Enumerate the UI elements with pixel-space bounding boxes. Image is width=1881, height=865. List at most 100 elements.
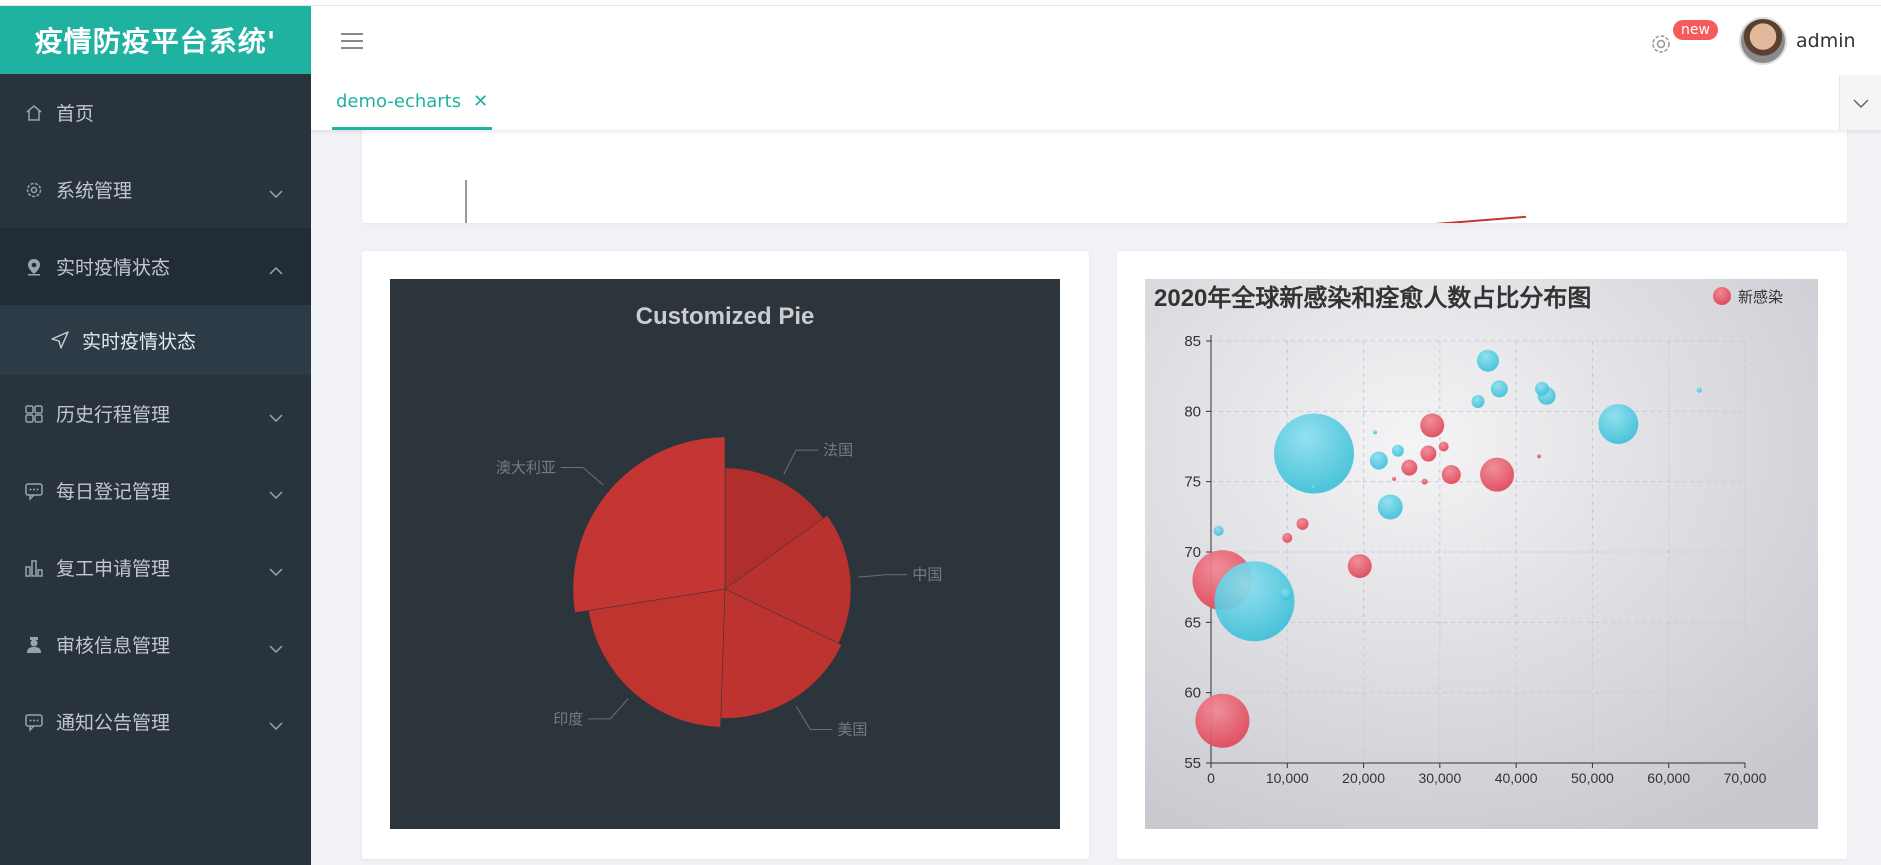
pie-chart-title: Customized Pie bbox=[636, 303, 815, 330]
y-tick-label: 55 bbox=[1184, 755, 1201, 772]
app-root: 疫情防疫平台系统' 首页 系统管理 实时疫情状态 实时疫情状态 历史行程管理 每… bbox=[0, 0, 1881, 865]
bubble-chart-card: 2020年全球新感染和痊愈人数占比分布图 新感染 0 10,000 20,000 30… bbox=[1117, 251, 1847, 859]
hamburger-icon[interactable] bbox=[341, 32, 363, 54]
x-tick-label: 40,000 bbox=[1495, 770, 1538, 786]
sidebar-item-system[interactable]: 系统管理 bbox=[0, 151, 311, 228]
bubble-red[interactable] bbox=[1401, 459, 1418, 476]
sidebar-item-label: 复工申请管理 bbox=[56, 558, 171, 580]
chevron-down-icon bbox=[269, 405, 283, 427]
bubble-cyan[interactable] bbox=[1214, 561, 1295, 642]
gear-icon bbox=[24, 180, 44, 200]
bubble-cyan[interactable] bbox=[1279, 588, 1292, 601]
bubble-cyan[interactable] bbox=[1311, 485, 1316, 490]
sidebar-subitem-label: 实时疫情状态 bbox=[82, 330, 197, 353]
tab-label: demo-echarts bbox=[336, 90, 462, 112]
x-tick-label: 10,000 bbox=[1266, 770, 1309, 786]
sidebar-item-label: 系统管理 bbox=[56, 180, 133, 202]
chevron-down-icon bbox=[269, 181, 283, 203]
tab-dropdown-button[interactable] bbox=[1839, 75, 1881, 130]
bubble-red[interactable] bbox=[1195, 693, 1250, 748]
bubble-cyan[interactable] bbox=[1373, 430, 1378, 435]
bubble-red[interactable] bbox=[1347, 554, 1372, 579]
bubble-red[interactable] bbox=[1480, 457, 1515, 492]
top-header: new admin bbox=[311, 6, 1881, 75]
line-series bbox=[465, 215, 1527, 243]
chevron-down-icon bbox=[1852, 93, 1869, 112]
bubble-red[interactable] bbox=[1392, 476, 1397, 481]
bubble-cyan[interactable] bbox=[1273, 413, 1354, 494]
chevron-up-icon bbox=[269, 258, 283, 280]
bubble-cyan[interactable] bbox=[1535, 381, 1550, 396]
y-tick-label: 70 bbox=[1184, 544, 1201, 561]
bubble-cyan[interactable] bbox=[1476, 349, 1499, 372]
pie-slice-label: 美国 bbox=[837, 722, 867, 739]
bubble-cyan[interactable] bbox=[1598, 403, 1639, 444]
sidebar-item-notice[interactable]: 通知公告管理 bbox=[0, 683, 311, 760]
x-tick-label: 0 bbox=[1207, 770, 1215, 786]
bubble-cyan[interactable] bbox=[1369, 451, 1388, 470]
x-tick-label: 70,000 bbox=[1724, 770, 1767, 786]
bubble-cyan[interactable] bbox=[1213, 525, 1224, 536]
bubble-red[interactable] bbox=[1420, 413, 1445, 438]
pie-slice-label: 澳大利亚 bbox=[496, 459, 556, 476]
sidebar-item-label: 审核信息管理 bbox=[56, 635, 171, 657]
y-tick-label: 65 bbox=[1184, 614, 1201, 631]
pie-slice-label: 法国 bbox=[823, 442, 853, 459]
sidebar-subitem-realtime[interactable]: 实时疫情状态 bbox=[0, 305, 311, 375]
bubble-chart: 2020年全球新感染和痊愈人数占比分布图 新感染 0 10,000 20,000 30… bbox=[1145, 279, 1818, 829]
pie-slice-label: 中国 bbox=[912, 567, 942, 584]
bubble-cyan[interactable] bbox=[1490, 380, 1508, 398]
bubble-red[interactable] bbox=[1441, 465, 1461, 485]
chat-icon bbox=[24, 712, 44, 732]
x-tick-label: 20,000 bbox=[1342, 770, 1385, 786]
legend-marker[interactable] bbox=[1713, 287, 1731, 305]
settings-gear-icon[interactable] bbox=[1649, 32, 1673, 60]
chevron-down-icon bbox=[269, 482, 283, 504]
line-chart-card: 0周一周二周三周四周五周六周日 bbox=[362, 130, 1847, 280]
bubble-red[interactable] bbox=[1438, 441, 1449, 452]
user-icon bbox=[24, 635, 44, 655]
line-chart: 0周一周二周三周四周五周六周日 bbox=[450, 180, 1541, 280]
chevron-down-icon bbox=[269, 713, 283, 735]
y-tick-label: 80 bbox=[1184, 403, 1201, 420]
sidebar-item-realtime[interactable]: 实时疫情状态 bbox=[0, 228, 311, 305]
sidebar-item-label: 历史行程管理 bbox=[56, 404, 171, 426]
sidebar-item-label: 每日登记管理 bbox=[56, 481, 171, 503]
chevron-down-icon bbox=[269, 636, 283, 658]
username[interactable]: admin bbox=[1796, 30, 1856, 52]
notification-badge: new bbox=[1673, 20, 1718, 40]
pie-chart-card: Customized Pie 法国中国美国 印度 澳大利亚 bbox=[362, 251, 1089, 859]
y-tick-label: 60 bbox=[1184, 685, 1201, 702]
bubble-red[interactable] bbox=[1420, 445, 1437, 462]
bubble-cyan[interactable] bbox=[1377, 494, 1403, 520]
close-icon[interactable]: ✕ bbox=[473, 91, 488, 112]
chevron-down-icon bbox=[269, 559, 283, 581]
bubble-red[interactable] bbox=[1296, 517, 1309, 530]
sidebar-item-label: 实时疫情状态 bbox=[56, 257, 171, 279]
bubble-cyan[interactable] bbox=[1696, 387, 1702, 393]
home-icon bbox=[24, 103, 44, 123]
bubble-cyan[interactable] bbox=[1471, 394, 1485, 408]
sidebar-item-review[interactable]: 审核信息管理 bbox=[0, 606, 311, 683]
sidebar-item-home[interactable]: 首页 bbox=[0, 74, 311, 151]
bubble-red[interactable] bbox=[1537, 454, 1542, 459]
sidebar-item-history[interactable]: 历史行程管理 bbox=[0, 375, 311, 452]
sidebar-item-daily[interactable]: 每日登记管理 bbox=[0, 452, 311, 529]
tab-bar: demo-echarts ✕ bbox=[311, 75, 1881, 130]
pie-slice-label: 印度 bbox=[553, 711, 583, 728]
pie-chart: Customized Pie 法国中国美国 印度 澳大利亚 bbox=[390, 279, 1060, 829]
legend-label[interactable]: 新感染 bbox=[1738, 289, 1783, 306]
x-tick-label: 30,000 bbox=[1418, 770, 1461, 786]
avatar[interactable] bbox=[1739, 17, 1787, 65]
main-content: 0周一周二周三周四周五周六周日 Customized Pie 法国中国美国 印度 澳… bbox=[311, 130, 1881, 865]
y-tick-label: 85 bbox=[1184, 333, 1201, 350]
bubble-cyan[interactable] bbox=[1391, 444, 1404, 457]
sidebar-item-work-resume[interactable]: 复工申请管理 bbox=[0, 529, 311, 606]
tab-demo-echarts[interactable]: demo-echarts ✕ bbox=[332, 75, 493, 130]
bubble-red[interactable] bbox=[1421, 478, 1428, 485]
sidebar-item-label: 通知公告管理 bbox=[56, 712, 171, 734]
y-tick-label: 75 bbox=[1184, 474, 1201, 491]
app-logo[interactable]: 疫情防疫平台系统' bbox=[0, 6, 311, 74]
bubble-red[interactable] bbox=[1282, 532, 1293, 543]
sidebar-item-label: 首页 bbox=[56, 103, 95, 125]
